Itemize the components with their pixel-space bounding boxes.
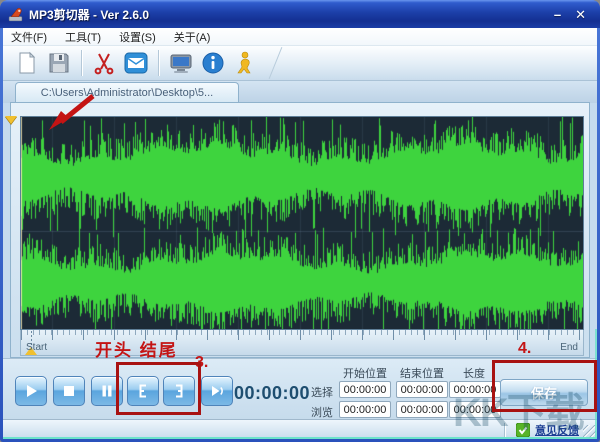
play-selection-button[interactable] <box>201 376 233 406</box>
info-icon <box>201 51 225 75</box>
annotation-arrow <box>47 92 99 132</box>
play-selection-icon <box>209 383 225 399</box>
mail-icon <box>124 51 148 75</box>
pause-icon <box>99 383 115 399</box>
menu-tools[interactable]: 工具(T) <box>65 29 101 45</box>
mail-button[interactable] <box>120 48 152 78</box>
scissors-icon <box>92 51 116 75</box>
browse-start-field[interactable] <box>339 401 391 418</box>
new-file-icon <box>15 51 39 75</box>
waveform-canvas[interactable] <box>21 117 583 329</box>
screen-icon <box>169 51 193 75</box>
waveform-display[interactable] <box>20 116 584 330</box>
resize-grip[interactable] <box>583 425 596 438</box>
waveform-panel: Start End <box>10 102 590 358</box>
position-marker-triangle[interactable] <box>5 116 17 124</box>
end-position-header: 结束位置 <box>395 365 449 381</box>
selection-row-label: 选择 <box>307 384 333 400</box>
messenger-button[interactable] <box>229 48 261 78</box>
annotation-box-markers <box>116 362 201 415</box>
menu-about[interactable]: 关于(A) <box>174 29 211 45</box>
play-button[interactable] <box>15 376 47 406</box>
browse-end-field[interactable] <box>396 401 448 418</box>
browse-row-label: 浏览 <box>307 404 333 420</box>
app-window: MP3剪切器 - Ver 2.6.0 – ✕ 文件(F) 工具(T) 设置(S)… <box>0 0 600 442</box>
toolbar-separator <box>81 50 82 76</box>
annotation-step4-label: 4. <box>518 340 531 358</box>
timeline-start-label: Start <box>26 342 47 353</box>
play-icon <box>23 383 39 399</box>
feedback-icon <box>516 423 530 437</box>
annotation-head-tail-label: 开头 结尾 <box>95 336 178 361</box>
statusbar: 意见反馈 <box>3 419 597 439</box>
save-icon <box>47 51 71 75</box>
window-content: 文件(F) 工具(T) 设置(S) 关于(A) <box>3 28 597 439</box>
menu-file[interactable]: 文件(F) <box>11 29 47 45</box>
statusbar-separator <box>504 423 505 437</box>
info-button[interactable] <box>197 48 229 78</box>
start-position-header: 开始位置 <box>338 365 392 381</box>
toolbar <box>3 46 597 81</box>
app-icon <box>7 6 24 23</box>
stop-icon <box>61 383 77 399</box>
close-button[interactable]: ✕ <box>575 8 586 21</box>
titlebar: MP3剪切器 - Ver 2.6.0 – ✕ <box>0 0 600 28</box>
time-display: 00:00:00 <box>234 383 310 404</box>
cut-button[interactable] <box>88 48 120 78</box>
new-file-button[interactable] <box>11 48 43 78</box>
selection-end-field[interactable] <box>396 381 448 398</box>
toolbar-end-divider <box>269 47 283 79</box>
toolbar-separator <box>158 50 159 76</box>
menubar: 文件(F) 工具(T) 设置(S) 关于(A) <box>3 28 597 46</box>
stop-button[interactable] <box>53 376 85 406</box>
window-title: MP3剪切器 - Ver 2.6.0 <box>29 6 149 23</box>
minimize-button[interactable]: – <box>554 8 561 21</box>
annotation-box-save <box>492 360 597 412</box>
running-man-icon <box>233 51 257 75</box>
save-file-button[interactable] <box>43 48 75 78</box>
menu-settings[interactable]: 设置(S) <box>119 29 156 45</box>
selection-start-field[interactable] <box>339 381 391 398</box>
feedback-link[interactable]: 意见反馈 <box>535 422 579 438</box>
screen-button[interactable] <box>165 48 197 78</box>
timeline-end-label: End <box>560 342 578 353</box>
